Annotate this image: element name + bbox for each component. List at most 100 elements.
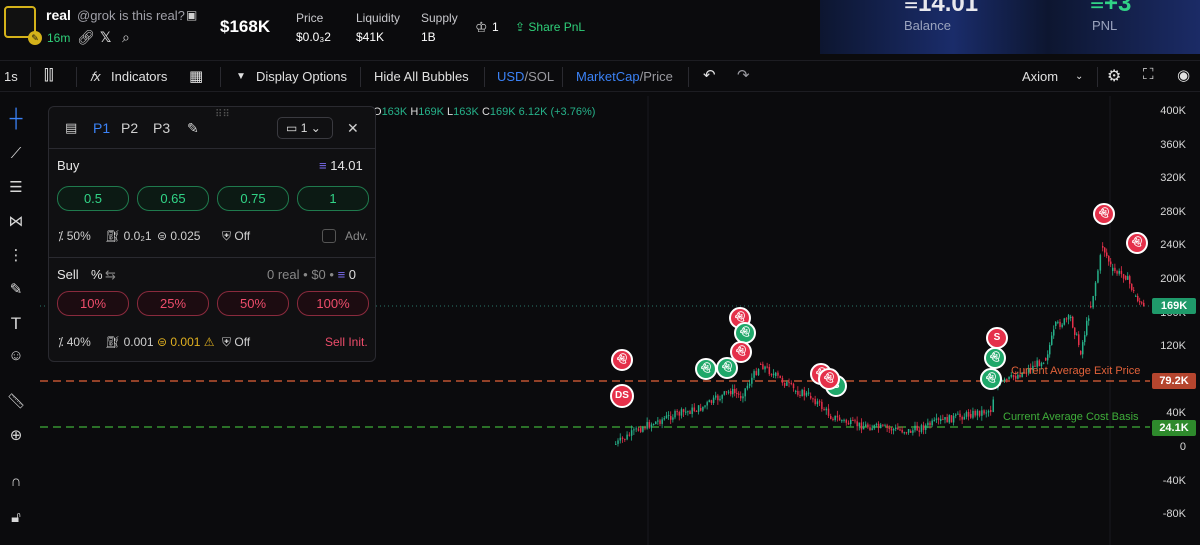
sell-slippage[interactable]: ⁒ 40% bbox=[58, 335, 91, 349]
swap-mode-icon[interactable]: ⇆ bbox=[105, 267, 116, 283]
candle-body bbox=[1006, 378, 1008, 380]
sell-percent-button[interactable]: 100% bbox=[297, 291, 369, 316]
wallet-icon[interactable]: ▤ bbox=[65, 120, 77, 136]
currency-toggle[interactable]: USD/SOL bbox=[497, 69, 554, 84]
buy-amount-button[interactable]: 0.75 bbox=[217, 186, 289, 211]
buy-slippage[interactable]: ⁒ 50% bbox=[58, 229, 91, 243]
sell-percent-button[interactable]: 50% bbox=[217, 291, 289, 316]
source-selector[interactable]: Axiom bbox=[1022, 69, 1058, 84]
display-options-button[interactable]: Display Options bbox=[256, 69, 347, 84]
candle-body bbox=[650, 424, 653, 428]
redo-icon[interactable]: ↷ bbox=[737, 66, 750, 84]
undo-icon[interactable]: ↶ bbox=[703, 66, 716, 84]
sell-percent-button[interactable]: 10% bbox=[57, 291, 129, 316]
buy-amount-button[interactable]: 1 bbox=[297, 186, 369, 211]
candle-body bbox=[834, 415, 836, 420]
link-icon[interactable]: 🔗︎ bbox=[77, 29, 95, 46]
candle-body bbox=[970, 414, 972, 418]
fullscreen-icon[interactable]: ⛶ bbox=[1143, 66, 1154, 83]
candle-body bbox=[914, 425, 916, 431]
candle-body bbox=[871, 428, 873, 431]
ghost-buy-bubble[interactable]: 👻︎ bbox=[716, 357, 738, 379]
brush-icon[interactable]: ✎ bbox=[6, 280, 26, 300]
trendline-icon[interactable]: ⟋ bbox=[6, 144, 26, 164]
candle-body bbox=[952, 415, 955, 423]
tab-p3[interactable]: P3 bbox=[153, 120, 170, 136]
ghost-sell-bubble[interactable]: 👻︎ bbox=[818, 368, 840, 390]
sell-priority[interactable]: ⛽︎ 0.001 bbox=[105, 335, 154, 349]
ghost-sell-bubble[interactable]: 👻︎ bbox=[1126, 232, 1148, 254]
sell-bubble[interactable]: S bbox=[986, 327, 1008, 349]
buy-bribe[interactable]: ⊜ 0.025 bbox=[157, 229, 200, 243]
drag-handle-icon[interactable]: ⠿⠿ bbox=[215, 109, 230, 120]
dev-sell-bubble[interactable]: DS bbox=[610, 384, 634, 408]
crosshair-icon[interactable]: ┼ bbox=[6, 108, 26, 128]
edit-icon[interactable]: ✎ bbox=[187, 120, 199, 137]
candle-body bbox=[630, 430, 633, 436]
tab-p2[interactable]: P2 bbox=[121, 120, 138, 136]
holders-count: 1 bbox=[492, 20, 499, 34]
price-axis[interactable]: 400K360K320K280K240K200K160K120K80K40K0-… bbox=[1150, 96, 1200, 545]
camera-icon[interactable]: ◉ bbox=[1177, 66, 1190, 84]
sell-percent-button[interactable]: 25% bbox=[137, 291, 209, 316]
buy-amount-button[interactable]: 0.5 bbox=[57, 186, 129, 211]
price-axis-tick: 240K bbox=[1160, 239, 1186, 252]
divider bbox=[76, 67, 77, 87]
candle-body bbox=[1059, 321, 1061, 327]
ghost-sell-bubble[interactable]: 👻︎ bbox=[611, 349, 633, 371]
cost-basis-label: Current Average Cost Basis bbox=[1003, 411, 1139, 423]
sell-bribe[interactable]: ⊜ 0.001 ⚠ bbox=[157, 335, 215, 349]
sell-mev[interactable]: ⛨ Off bbox=[222, 335, 250, 350]
metric-toggle[interactable]: MarketCap/Price bbox=[576, 69, 673, 84]
lock-drawings-icon[interactable]: 🔓︎ bbox=[6, 508, 26, 528]
x-social-icon[interactable]: 𝕏 bbox=[100, 29, 111, 46]
ghost-buy-bubble[interactable]: 👻︎ bbox=[695, 358, 717, 380]
sell-init-button[interactable]: Sell Init. bbox=[325, 335, 368, 349]
candle-type-icon[interactable]: ⫿⫿ bbox=[44, 67, 54, 84]
price-axis-tick: 200K bbox=[1160, 273, 1186, 285]
candle-body bbox=[659, 420, 661, 424]
layouts-icon[interactable]: ▦ bbox=[189, 67, 203, 85]
prediction-icon[interactable]: ⋮ bbox=[6, 246, 26, 266]
candle-body bbox=[920, 425, 923, 432]
ghost-buy-bubble[interactable]: 👻︎ bbox=[980, 368, 1002, 390]
emoji-icon[interactable]: ☺ bbox=[6, 346, 26, 366]
buy-priority[interactable]: ⛽︎ 0.0₂1 bbox=[105, 229, 152, 243]
candle-body bbox=[886, 425, 888, 428]
search-icon[interactable]: ⌕ bbox=[122, 29, 130, 46]
indicators-icon[interactable]: 𝑓x bbox=[90, 69, 101, 85]
ruler-icon[interactable]: 📏︎ bbox=[6, 392, 26, 412]
magnet-icon[interactable]: ∩ bbox=[6, 472, 26, 492]
ghost-buy-bubble[interactable]: 👻︎ bbox=[984, 347, 1006, 369]
drawing-tools: ┼ ⟋ ☰ ⋈ ⋮ ✎ T ☺ 📏︎ ⊕ ∩ 🔓︎ bbox=[0, 96, 32, 545]
close-icon[interactable]: ✕ bbox=[347, 120, 359, 137]
buy-mev[interactable]: ⛨ Off bbox=[222, 229, 250, 244]
hide-bubbles-button[interactable]: Hide All Bubbles bbox=[374, 69, 469, 84]
candle-body bbox=[712, 397, 715, 403]
advanced-checkbox[interactable] bbox=[322, 229, 336, 243]
tab-p1[interactable]: P1 bbox=[93, 120, 110, 136]
copy-icon[interactable]: ▣ bbox=[186, 8, 197, 22]
sell-mode-percent[interactable]: % bbox=[91, 267, 103, 282]
candle-body bbox=[628, 434, 631, 436]
chevron-down-icon[interactable]: ⌄ bbox=[1075, 71, 1083, 82]
price-value: $0.0₃2 bbox=[296, 30, 331, 44]
preset-select[interactable]: ▭ 1 ⌄ bbox=[277, 117, 333, 139]
candle-body bbox=[626, 434, 628, 440]
text-icon[interactable]: T bbox=[6, 314, 26, 334]
zoom-in-icon[interactable]: ⊕ bbox=[6, 426, 26, 446]
candle-body bbox=[1135, 295, 1137, 297]
candle-body bbox=[890, 428, 893, 431]
candle-body bbox=[985, 412, 988, 414]
ghost-sell-bubble[interactable]: 👻︎ bbox=[1093, 203, 1115, 225]
candle-body bbox=[845, 419, 848, 423]
share-pnl-button[interactable]: ⇪ Share PnL bbox=[515, 20, 585, 34]
fib-retracement-icon[interactable]: ☰ bbox=[6, 178, 26, 198]
indicators-button[interactable]: Indicators bbox=[111, 69, 167, 84]
buy-amount-button[interactable]: 0.65 bbox=[137, 186, 209, 211]
interval-selector[interactable]: 1s bbox=[4, 69, 18, 84]
candle-body bbox=[1137, 295, 1139, 302]
candle-body bbox=[1061, 324, 1063, 327]
pattern-icon[interactable]: ⋈ bbox=[6, 212, 26, 232]
settings-icon[interactable]: ⚙ bbox=[1107, 66, 1121, 86]
